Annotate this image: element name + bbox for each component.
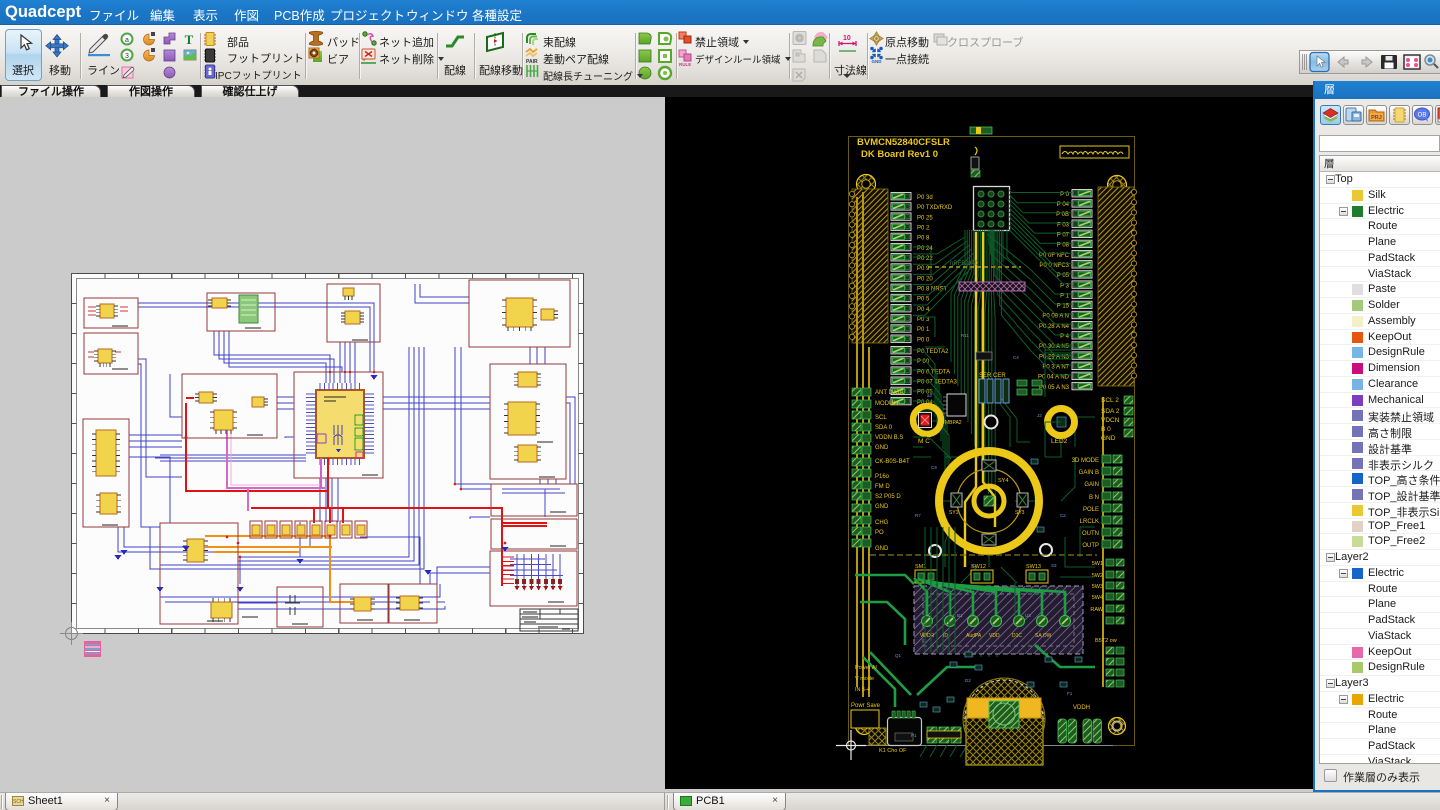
svg-text:P0 0: P0 0: [917, 337, 930, 343]
svg-text:SCL: SCL: [875, 415, 887, 421]
svg-text:R7: R7: [915, 513, 921, 518]
svg-text:MODULE: MODULE: [875, 401, 901, 407]
svg-text:B 0: B 0: [1101, 426, 1111, 433]
svg-text:5W2: 5W2: [1092, 573, 1103, 579]
svg-text:P0 09 A N: P0 09 A N: [1042, 314, 1069, 320]
svg-text:GAIN: GAIN: [1084, 482, 1099, 488]
svg-text:K1 Cho OF: K1 Cho OF: [879, 748, 907, 754]
svg-text:P1: P1: [911, 733, 917, 738]
svg-text:S1: S1: [971, 563, 977, 568]
svg-text:R11: R11: [961, 333, 969, 338]
svg-text:VDCN: VDCN: [1101, 417, 1120, 424]
svg-text:3D MODE: 3D MODE: [1072, 458, 1099, 464]
svg-text:P0 3: P0 3: [917, 317, 930, 323]
svg-text:RAW: RAW: [1090, 607, 1103, 613]
svg-text:B1: B1: [957, 613, 963, 618]
svg-text:VDD: VDD: [989, 633, 1000, 639]
svg-text:GND: GND: [872, 59, 883, 64]
svg-text:IN 5-4: IN 5-4: [855, 687, 870, 693]
svg-text:SDA 2: SDA 2: [1101, 408, 1120, 415]
svg-text:PO: PO: [875, 530, 884, 536]
svg-text:SCL 2: SCL 2: [1101, 397, 1119, 404]
svg-text:P0 TXD/RXD: P0 TXD/RXD: [917, 205, 953, 211]
svg-text:RULE: RULE: [679, 62, 691, 67]
svg-text:GAIN B: GAIN B: [1079, 470, 1099, 476]
svg-text:OUTP: OUTP: [1082, 543, 1099, 549]
svg-text:GND: GND: [875, 546, 889, 552]
svg-text:P0 20: P0 20: [917, 276, 933, 282]
svg-text:U3: U3: [1025, 613, 1031, 618]
svg-text:P0 3d: P0 3d: [917, 195, 933, 201]
svg-text:S2 P05 D: S2 P05 D: [875, 494, 901, 500]
svg-text:OB: OB: [1418, 113, 1427, 119]
svg-text:P16o: P16o: [875, 474, 890, 480]
svg-text:B N: B N: [1089, 495, 1099, 501]
svg-text:M C: M C: [918, 438, 930, 445]
svg-text:GND: GND: [875, 504, 889, 510]
svg-text:FM D: FM D: [875, 484, 890, 490]
svg-text:AudPA: AudPA: [966, 633, 982, 639]
svg-text:CK-B0S-B4T: CK-B0S-B4T: [875, 459, 910, 465]
svg-text:LRCLK: LRCLK: [1080, 519, 1099, 525]
svg-text:5W3: 5W3: [1092, 584, 1103, 590]
svg-text:SDA 0: SDA 0: [875, 425, 893, 431]
svg-text:OUTN: OUTN: [1082, 531, 1099, 537]
svg-text:V mode: V mode: [855, 676, 874, 682]
svg-text:3: 3: [125, 53, 129, 60]
svg-text:PAIR: PAIR: [526, 59, 538, 65]
svg-text:SY4: SY4: [998, 478, 1008, 484]
svg-text:T: T: [185, 32, 194, 47]
svg-text:ID: ID: [943, 633, 948, 639]
svg-text:P0 28 A N4: P0 28 A N4: [1039, 324, 1070, 330]
svg-text:LED2: LED2: [1051, 438, 1068, 445]
svg-text:Power Al: Power Al: [855, 665, 877, 671]
svg-text:S3: S3: [1051, 563, 1057, 568]
svg-text:SW13: SW13: [1026, 564, 1041, 570]
svg-text:P0 05 A N3: P0 05 A N3: [1039, 385, 1070, 391]
svg-text:B5T2 ow: B5T2 ow: [1095, 638, 1117, 644]
svg-text:ANT DATA: ANT DATA: [875, 390, 904, 396]
svg-text:BVMCN52840CFSLR: BVMCN52840CFSLR: [857, 137, 950, 148]
svg-text:POLE: POLE: [1083, 507, 1099, 513]
svg-text:5W1: 5W1: [1092, 561, 1103, 567]
svg-text:SY3: SY3: [1015, 510, 1025, 516]
svg-text:D2: D2: [965, 678, 971, 683]
svg-text:10: 10: [843, 35, 851, 42]
svg-text:D1C: D1C: [1012, 633, 1022, 639]
svg-text:C2: C2: [1060, 513, 1066, 518]
svg-text:GND: GND: [875, 445, 889, 451]
svg-text:Powr Save: Powr Save: [851, 703, 881, 709]
svg-text:VDDN B.S: VDDN B.S: [875, 435, 903, 441]
svg-text:SW2: SW2: [980, 548, 991, 554]
svg-text:VDDR: VDDR: [920, 633, 935, 639]
svg-text:P0 5: P0 5: [917, 297, 930, 303]
svg-text:SY1: SY1: [949, 510, 959, 516]
svg-text:SA OW: SA OW: [1035, 633, 1052, 639]
svg-text:P0 1: P0 1: [917, 327, 930, 333]
svg-text:Q1: Q1: [895, 653, 902, 658]
svg-text:F1: F1: [1067, 691, 1073, 696]
svg-text:P0 8: P0 8: [917, 236, 930, 242]
svg-text:a2: a2: [927, 393, 933, 398]
svg-text:GND: GND: [1101, 435, 1116, 442]
svg-text:J2: J2: [1037, 413, 1042, 418]
svg-text:PRJ: PRJ: [1371, 115, 1382, 121]
svg-text:MBPA2: MBPA2: [945, 420, 962, 426]
svg-text:C9: C9: [931, 465, 937, 470]
svg-text:5W4: 5W4: [1092, 595, 1103, 601]
svg-text:C4: C4: [1013, 355, 1019, 360]
svg-text:a: a: [125, 37, 129, 44]
svg-text:SER CER: SER CER: [979, 373, 1006, 379]
svg-text:nRF52840: nRF52840: [950, 261, 979, 267]
svg-text:DK Board Rev1 0: DK Board Rev1 0: [861, 149, 938, 160]
svg-text:VDDH: VDDH: [1073, 705, 1090, 711]
svg-text:P0 25: P0 25: [917, 215, 933, 221]
svg-text:CHG: CHG: [875, 520, 889, 526]
svg-text:P0 2: P0 2: [917, 225, 930, 231]
